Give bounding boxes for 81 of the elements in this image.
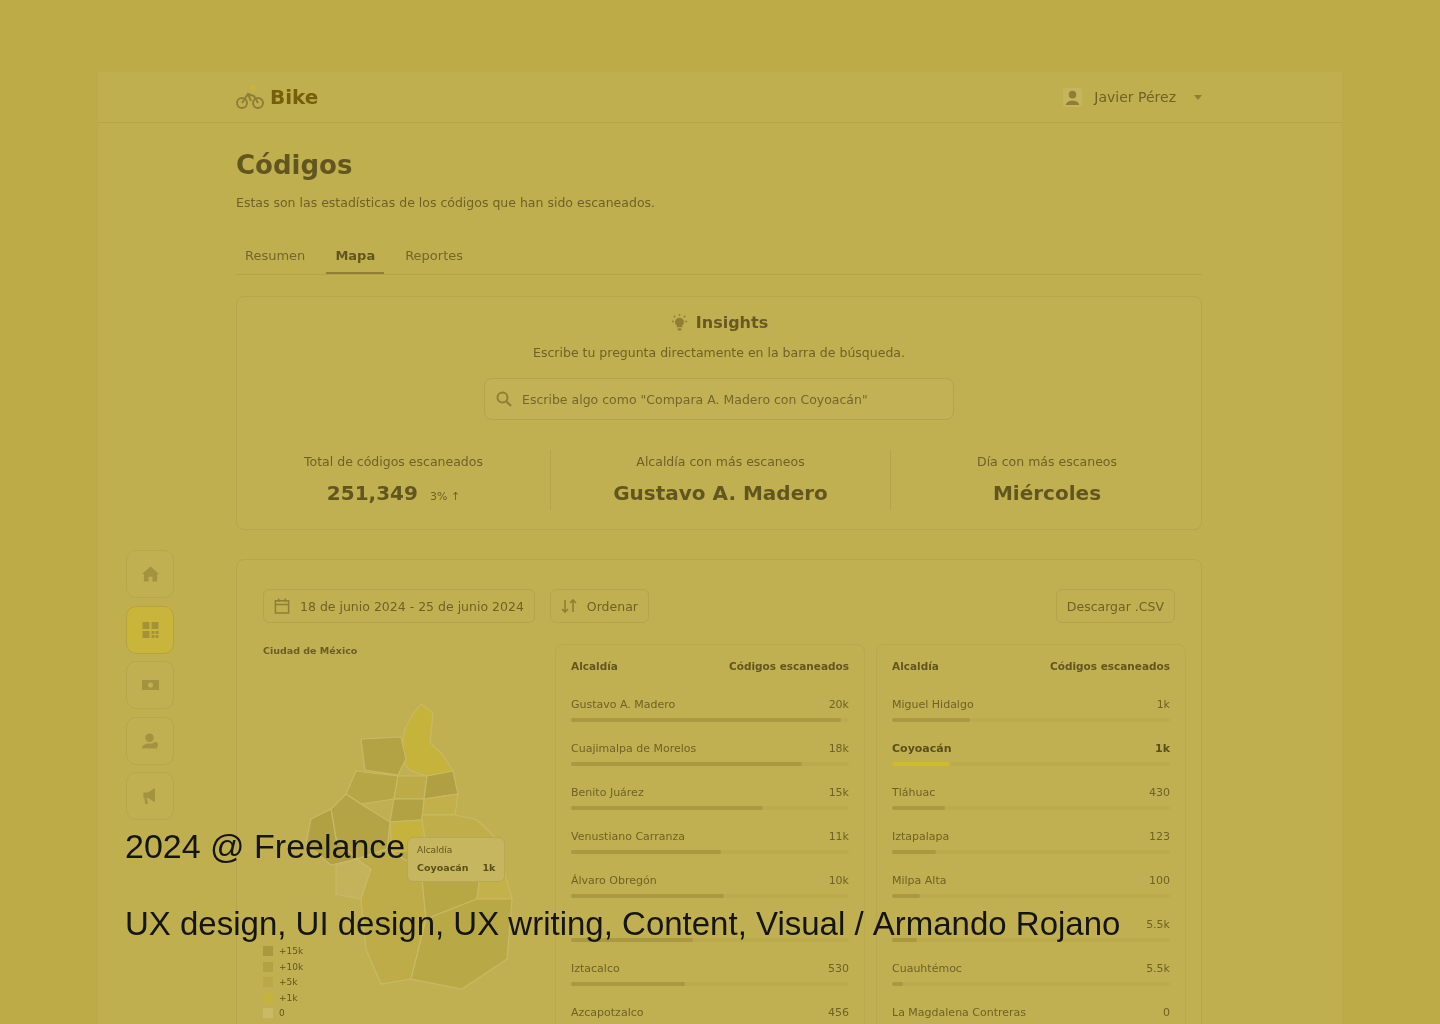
page-subtitle: Estas son las estadísticas de los códigos que han sido escaneados. [236, 194, 657, 212]
banknote-icon [141, 677, 159, 693]
cyclist-icon [236, 84, 264, 110]
tab[interactable]: Mapa [326, 238, 385, 274]
district-name: Iztapalapa [892, 829, 950, 843]
legend-label: +5k [279, 977, 298, 988]
tab[interactable]: Resumen [236, 238, 315, 274]
sidebar-button[interactable] [126, 772, 174, 820]
logo-text: Bike [270, 85, 319, 109]
legend-label: +15k [279, 946, 304, 956]
tab[interactable]: Reportes [396, 238, 473, 274]
qr-code-icon [141, 621, 159, 638]
scan-count: 5.5k [1146, 917, 1170, 931]
insights-title: Insights [695, 312, 769, 332]
person-icon [1063, 87, 1083, 107]
legend-label: 0 [279, 1008, 285, 1019]
scan-count: 10k [828, 873, 849, 887]
lightbulb-icon [669, 312, 689, 332]
project-author: Armando Rojano [872, 905, 1121, 942]
insights-subtitle: Escribe tu pregunta directamente en la barra de búsqueda. [533, 344, 905, 361]
home-icon [141, 566, 159, 582]
scan-count: 123 [1149, 829, 1170, 843]
district-name: Iztacalco [571, 961, 620, 975]
district-name: Gustavo A. Madero [571, 697, 676, 711]
column-header: Alcaldía [892, 660, 939, 672]
column-header: Alcaldía [571, 660, 618, 672]
legend-label: +10k [279, 961, 304, 972]
user-icon [141, 732, 159, 749]
stat-change: 3% ↑ [429, 490, 461, 503]
stat-label: Total de códigos escaneados [304, 454, 483, 470]
tooltip-label: Alcaldía [417, 845, 454, 856]
district-name: Cuajimalpa de Morelos [571, 741, 697, 755]
scan-count: 430 [1149, 785, 1170, 799]
sort-button[interactable]: Ordenar [549, 589, 649, 623]
tooltip-name: Coyoacán [417, 862, 469, 874]
map-title: Ciudad de México [263, 644, 359, 658]
district-name: Milpa Alta [892, 873, 947, 887]
scan-count: 1k [1156, 697, 1170, 711]
district-name: Cuauhtémoc [892, 961, 962, 975]
stat-label: Día con más escaneos [977, 454, 1117, 470]
scan-count: 0 [1163, 1005, 1170, 1019]
download-csv-button[interactable]: Descargar .CSV [1055, 589, 1175, 623]
district-name: Benito Juárez [571, 785, 644, 799]
scan-count: 100 [1149, 873, 1170, 887]
column-header: Códigos escaneados [1050, 660, 1170, 672]
scan-count: 5.5k [1146, 961, 1170, 975]
date-range-button[interactable]: 18 de junio 2024 - 25 de junio 2024 [263, 589, 535, 623]
search-field[interactable]: Escribe algo como "Compara A. Madero con Coyoacán" [484, 378, 954, 420]
user-menu-button[interactable]: Javier Pérez [1063, 87, 1202, 107]
tooltip-value: 1k [482, 862, 496, 874]
district-name: La Magdalena Contreras [892, 1005, 1027, 1019]
sidebar-button[interactable] [126, 605, 174, 654]
sidebar-button[interactable] [126, 550, 174, 598]
page-title: Códigos [236, 149, 354, 182]
scan-count: 530 [828, 961, 849, 975]
district-name: Venustiano Carranza [571, 829, 685, 843]
stat-value: 251,349 [326, 480, 418, 507]
scan-count: 11k [828, 829, 849, 843]
stat-value: Gustavo A. Madero [613, 480, 828, 507]
scan-count: 456 [828, 1005, 849, 1019]
stat-label: Alcaldía con más escaneos [636, 454, 805, 470]
legend-label: +1k [279, 992, 298, 1003]
search-icon [496, 391, 512, 407]
calendar-icon [274, 598, 290, 614]
scan-count: 20k [828, 697, 849, 711]
district-name: Azcapotzalco [571, 1005, 644, 1019]
caret-down-icon [1194, 94, 1202, 100]
scan-count: 18k [828, 741, 849, 755]
district-name: Coyoacán [892, 741, 952, 755]
stat-value: Miércoles [992, 480, 1102, 507]
project-year-client: 2024 @ Freelance [125, 829, 406, 863]
sort-arrows-icon [560, 598, 577, 614]
column-header: Códigos escaneados [729, 660, 849, 672]
scan-count: 1k [1155, 741, 1170, 755]
project-roles: UX design, UI design, UX writing, Content, Visual / [125, 905, 864, 942]
district-name: Álvaro Obregón [571, 873, 657, 887]
district-name: Tláhuac [892, 785, 936, 799]
district-name: Miguel Hidalgo [892, 697, 974, 711]
scan-count: 15k [828, 785, 849, 799]
sidebar-button[interactable] [126, 661, 174, 709]
sidebar-button[interactable] [126, 716, 174, 765]
